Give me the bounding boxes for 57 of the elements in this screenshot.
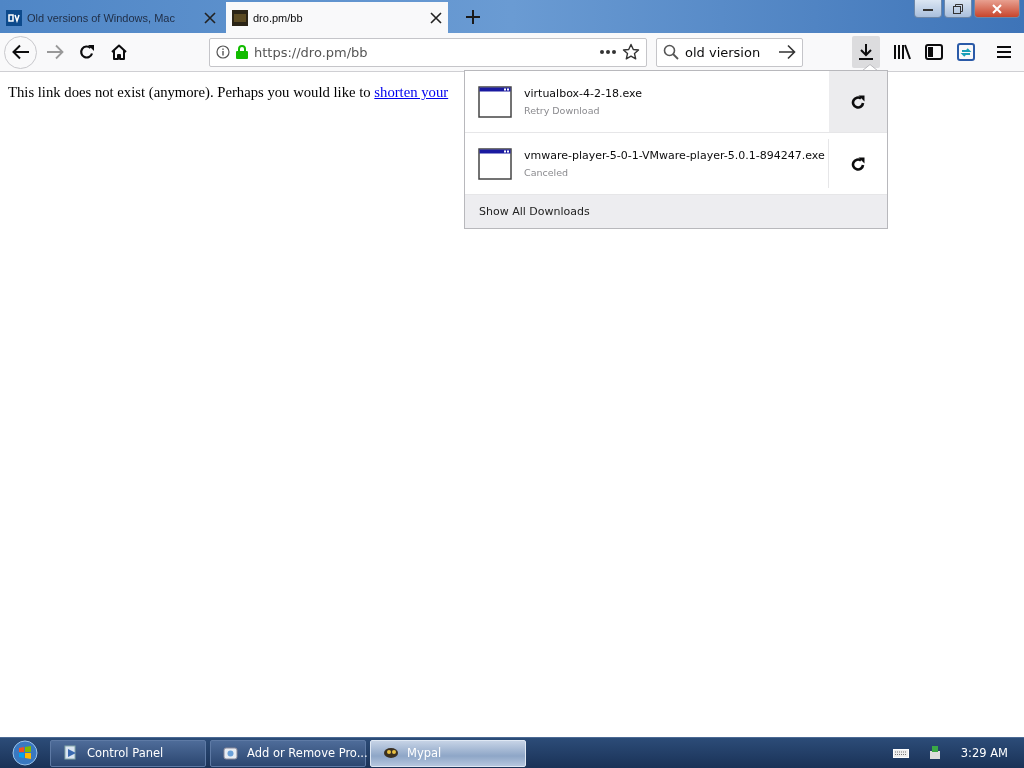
window-file-icon xyxy=(478,85,512,118)
download-item[interactable]: vmware-player-5-0-1-VMware-player-5.0.1-894247.exe Canceled xyxy=(465,133,828,194)
star-icon[interactable] xyxy=(622,43,640,61)
tab-title: Old versions of Windows, Mac xyxy=(27,11,176,24)
window-file-icon xyxy=(478,147,512,180)
more-icon[interactable] xyxy=(600,50,616,54)
close-icon xyxy=(992,3,1002,14)
back-icon xyxy=(11,44,30,60)
retry-icon xyxy=(851,156,865,171)
sidebar-icon xyxy=(925,44,943,60)
plus-icon[interactable] xyxy=(464,8,482,26)
home-icon xyxy=(111,44,127,60)
taskbar-button[interactable]: Add or Remove Pro... xyxy=(210,739,366,767)
retry-icon xyxy=(851,94,865,109)
file-name: virtualbox-4-2-18.exe xyxy=(524,87,642,100)
arrow-icon[interactable] xyxy=(778,44,796,60)
clock-time[interactable]: 3:29 AM xyxy=(960,746,1008,760)
minimize-button[interactable] xyxy=(914,0,942,18)
taskbar-label: Control Panel xyxy=(87,746,164,760)
address-bar[interactable]: https://dro.pm/bb xyxy=(209,37,647,67)
reload-icon xyxy=(79,44,95,60)
restore-button[interactable] xyxy=(944,0,972,18)
search-icon xyxy=(663,44,679,60)
download-button[interactable] xyxy=(852,36,880,68)
page-message: This link does not exist (anymore). Perhaps you would like to xyxy=(8,84,372,100)
program-icon xyxy=(63,745,79,761)
keyboard-icon[interactable] xyxy=(892,748,909,758)
program-icon xyxy=(223,745,239,761)
info-icon[interactable] xyxy=(216,45,230,59)
download-status: Canceled xyxy=(524,167,570,178)
browser-tab[interactable]: Old versions of Windows, Mac xyxy=(0,2,222,33)
shorten-link[interactable]: shorten your xyxy=(374,84,449,100)
file-name: vmware-player-5-0-1-VMware-player-5.0.1-894247.exe xyxy=(524,149,825,162)
search-text: old viersion xyxy=(685,44,762,60)
download-status: Retry Download xyxy=(524,105,601,116)
lock-icon xyxy=(236,45,248,59)
forward-icon xyxy=(46,44,64,60)
library-icon xyxy=(893,44,911,60)
taskbar-button[interactable]: Control Panel xyxy=(50,739,206,767)
taskbar-label: Add or Remove Pro... xyxy=(247,746,368,760)
menu-icon xyxy=(996,45,1012,59)
sync-icon xyxy=(957,43,975,61)
taskbar-label: Mypal xyxy=(407,746,442,760)
start-orb-icon xyxy=(12,740,38,766)
program-icon xyxy=(383,745,399,761)
browser-tab[interactable]: dro.pm/bb xyxy=(226,2,448,33)
url-text: https://dro.pm/bb xyxy=(254,44,369,60)
download-icon xyxy=(858,43,874,61)
site-favicon xyxy=(6,9,22,26)
show-all-downloads[interactable]: Show All Downloads xyxy=(465,195,887,228)
restore-icon xyxy=(953,3,963,14)
search-field[interactable]: old viersion xyxy=(656,37,803,67)
tab-title: dro.pm/bb xyxy=(253,11,304,24)
download-item[interactable]: virtualbox-4-2-18.exe Retry Download xyxy=(465,71,829,132)
site-favicon xyxy=(232,9,248,26)
close-button[interactable] xyxy=(974,0,1020,18)
close-icon[interactable] xyxy=(430,11,442,24)
